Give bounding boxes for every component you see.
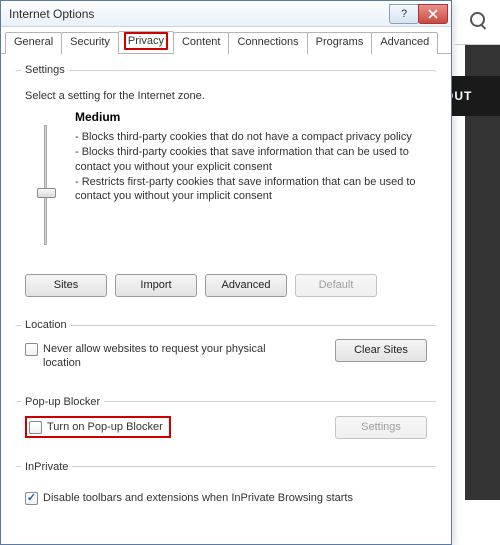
tab-programs[interactable]: Programs bbox=[307, 32, 373, 54]
settings-legend: Settings bbox=[21, 64, 69, 76]
location-legend: Location bbox=[21, 319, 71, 331]
inprivate-legend: InPrivate bbox=[21, 461, 72, 473]
dialog-titlebar: Internet Options ? bbox=[1, 1, 451, 27]
disable-toolbars-checkbox[interactable] bbox=[25, 492, 38, 505]
turn-on-popup-blocker-label: Turn on Pop-up Blocker bbox=[47, 420, 163, 434]
tab-content[interactable]: Content bbox=[173, 32, 230, 54]
never-allow-location-checkbox[interactable] bbox=[25, 343, 38, 356]
tab-security[interactable]: Security bbox=[61, 32, 119, 54]
settings-description: Select a setting for the Internet zone. bbox=[25, 90, 427, 102]
clear-sites-button[interactable]: Clear Sites bbox=[335, 339, 427, 362]
search-icon[interactable] bbox=[470, 12, 488, 30]
help-button[interactable]: ? bbox=[389, 4, 419, 24]
background-dark-panel bbox=[465, 0, 500, 500]
settings-button-row: Sites Import Advanced Default bbox=[25, 274, 427, 297]
window-buttons: ? bbox=[390, 4, 448, 24]
sites-button[interactable]: Sites bbox=[25, 274, 107, 297]
tab-privacy[interactable]: Privacy bbox=[118, 31, 174, 53]
settings-group: Settings Select a setting for the Intern… bbox=[15, 64, 437, 309]
tab-advanced[interactable]: Advanced bbox=[371, 32, 438, 54]
popup-settings-button: Settings bbox=[335, 416, 427, 439]
privacy-level-slider[interactable] bbox=[25, 110, 65, 260]
tab-connections[interactable]: Connections bbox=[228, 32, 307, 54]
background-toolbar-fragment bbox=[455, 0, 500, 45]
turn-on-popup-blocker-checkbox[interactable] bbox=[29, 421, 42, 434]
tab-strip: General Security Privacy Content Connect… bbox=[1, 27, 451, 54]
internet-options-dialog: Internet Options ? General Security Priv… bbox=[0, 0, 452, 545]
disable-toolbars-label: Disable toolbars and extensions when InP… bbox=[43, 491, 353, 505]
dialog-title: Internet Options bbox=[9, 7, 94, 21]
advanced-button[interactable]: Advanced bbox=[205, 274, 287, 297]
close-icon bbox=[428, 9, 438, 19]
privacy-level-details: - Blocks third-party cookies that do not… bbox=[75, 130, 427, 204]
never-allow-location-label: Never allow websites to request your phy… bbox=[43, 342, 303, 371]
tab-privacy-label: Privacy bbox=[128, 35, 164, 47]
tab-general[interactable]: General bbox=[5, 32, 62, 54]
privacy-level-label: Medium bbox=[75, 110, 427, 124]
close-button[interactable] bbox=[418, 4, 448, 24]
slider-thumb[interactable] bbox=[37, 188, 56, 198]
import-button[interactable]: Import bbox=[115, 274, 197, 297]
popup-blocker-group: Pop-up Blocker Turn on Pop-up Blocker Se… bbox=[15, 396, 437, 451]
dialog-body: Settings Select a setting for the Intern… bbox=[1, 54, 451, 544]
inprivate-group: InPrivate Disable toolbars and extension… bbox=[15, 461, 437, 520]
popup-blocker-legend: Pop-up Blocker bbox=[21, 396, 104, 408]
default-button: Default bbox=[295, 274, 377, 297]
location-group: Location Never allow websites to request… bbox=[15, 319, 437, 386]
